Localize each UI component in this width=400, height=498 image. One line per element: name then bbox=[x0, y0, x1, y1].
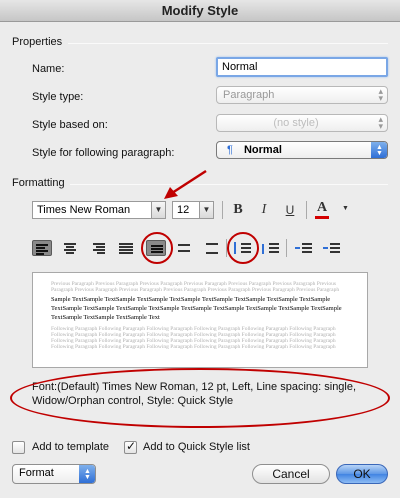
font-color-dropdown-icon[interactable]: ▼ bbox=[342, 205, 349, 212]
add-to-template-checkbox[interactable] bbox=[12, 441, 25, 454]
font-color-swatch bbox=[315, 216, 329, 219]
style-type-value: Paragraph bbox=[223, 89, 275, 101]
chevron-down-icon[interactable]: ▼ bbox=[151, 202, 165, 218]
preview-sample-text: Sample TextSample TextSample TextSample … bbox=[51, 296, 342, 321]
preview-previous-paragraph: Previous Paragraph Previous Paragraph Pr… bbox=[51, 281, 340, 294]
popup-arrows-icon: ▴ ▾ bbox=[378, 114, 383, 131]
italic-button[interactable]: I bbox=[254, 200, 274, 220]
following-value: Normal bbox=[243, 144, 282, 156]
properties-header: Properties bbox=[12, 36, 63, 48]
popup-arrows-icon: ▲ ▼ bbox=[79, 465, 95, 483]
annotation-circle-space-before bbox=[227, 232, 259, 264]
following-label: Style for following paragraph: bbox=[32, 147, 175, 159]
properties-separator bbox=[68, 43, 388, 44]
add-to-quick-style-label: Add to Quick Style list bbox=[143, 441, 250, 453]
style-type-label: Style type: bbox=[32, 91, 84, 103]
style-type-popup[interactable]: Paragraph ▴ ▾ bbox=[216, 86, 388, 104]
increase-indent-button[interactable] bbox=[322, 240, 342, 256]
one-half-spacing-button[interactable] bbox=[174, 240, 194, 256]
font-name-combo[interactable]: Times New Roman ▼ bbox=[32, 201, 166, 219]
bold-button[interactable]: B bbox=[228, 200, 248, 220]
font-color-letter: A bbox=[316, 200, 328, 215]
double-spacing-button[interactable] bbox=[202, 240, 222, 256]
align-right-button[interactable] bbox=[88, 240, 108, 256]
annotation-circle-spacing bbox=[141, 232, 173, 264]
space-after-button[interactable] bbox=[260, 240, 280, 256]
add-to-quick-style-checkbox[interactable]: ✓ bbox=[124, 439, 137, 454]
based-on-value: (no style) bbox=[273, 117, 319, 129]
align-center-button[interactable] bbox=[60, 240, 80, 256]
style-preview: Previous Paragraph Previous Paragraph Pr… bbox=[32, 272, 368, 368]
toolbar-divider bbox=[286, 239, 287, 257]
align-justify-button[interactable] bbox=[116, 240, 136, 256]
font-name-value: Times New Roman bbox=[37, 204, 131, 216]
align-left-button[interactable] bbox=[32, 240, 52, 256]
font-size-value: 12 bbox=[177, 204, 190, 216]
font-size-combo[interactable]: 12 ▼ bbox=[172, 201, 214, 219]
toolbar-divider bbox=[222, 201, 223, 219]
following-popup[interactable]: ¶ Normal ▲ ▼ bbox=[216, 141, 388, 159]
cancel-button[interactable]: Cancel bbox=[252, 464, 330, 484]
formatting-separator bbox=[70, 184, 388, 185]
annotation-arrow bbox=[164, 169, 207, 199]
underline-button[interactable]: U bbox=[280, 200, 300, 220]
popup-arrows-icon: ▲ ▼ bbox=[371, 142, 387, 158]
ok-button[interactable]: OK bbox=[336, 464, 388, 484]
preview-following-paragraph: Following Paragraph Following Paragraph … bbox=[51, 325, 336, 351]
window-title: Modify Style bbox=[0, 0, 400, 22]
toolbar-divider bbox=[306, 201, 307, 219]
decrease-indent-button[interactable] bbox=[294, 240, 314, 256]
based-on-label: Style based on: bbox=[32, 119, 108, 131]
checkmark-icon: ✓ bbox=[126, 439, 137, 453]
name-label: Name: bbox=[32, 63, 65, 75]
chevron-down-icon[interactable]: ▼ bbox=[199, 202, 213, 218]
annotation-ellipse-description bbox=[10, 368, 390, 428]
based-on-popup[interactable]: (no style) ▴ ▾ bbox=[216, 114, 388, 132]
format-popup[interactable]: Format ▲ ▼ bbox=[12, 464, 96, 484]
format-label: Format bbox=[19, 467, 54, 479]
formatting-header: Formatting bbox=[12, 177, 65, 189]
font-color-button[interactable]: A bbox=[312, 198, 332, 219]
add-to-template-label: Add to template bbox=[32, 441, 110, 453]
popup-arrows-icon: ▴ ▾ bbox=[378, 86, 383, 103]
pilcrow-icon: ¶ bbox=[227, 144, 233, 156]
name-field[interactable] bbox=[216, 57, 388, 77]
